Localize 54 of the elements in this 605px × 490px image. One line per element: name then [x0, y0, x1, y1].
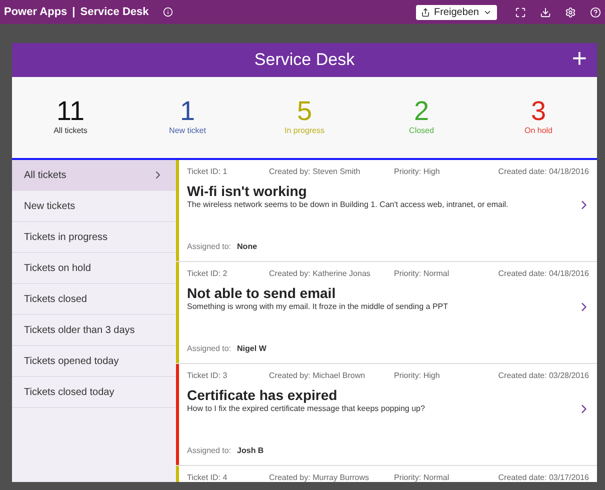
assignee: None: [237, 241, 258, 253]
ticket-priority: Priority: High: [394, 370, 441, 382]
assignee: Nigel W: [237, 343, 266, 355]
ticket-description: The wireless network seems to be down in Building 1. Can't access web, intranet, or email.: [187, 199, 508, 211]
ticket-creator: Created by: Murray Burrows: [269, 472, 370, 482]
assigned-label: Assigned to:: [187, 343, 232, 355]
ticket-priority: Priority: High: [394, 166, 441, 178]
ticket-card[interactable]: Ticket ID: 2 Created by: Katherine Jonas Priority: Normal Created date: 04/18/2016 Not able to send email Something is wrong with my email. It froze in the middle of sending a PPT Assigned to: Nigel W: [176, 262, 597, 364]
stat-label: In progress: [284, 125, 325, 137]
stat-count: 3: [530, 98, 546, 125]
share-button[interactable]: Freigeben: [416, 4, 497, 20]
ticket-creator: Created by: Michael Brown: [269, 370, 366, 382]
sidebar-item[interactable]: All tickets: [12, 160, 176, 191]
fit-screen-icon[interactable]: [515, 6, 526, 18]
stat-label: All tickets: [54, 125, 88, 137]
ticket-title: Wi-fi isn't working: [187, 183, 308, 199]
assigned-label: Assigned to:: [187, 241, 232, 253]
stat-count: 1: [180, 98, 196, 125]
stat-label: On hold: [524, 125, 553, 137]
help-icon[interactable]: [590, 6, 601, 18]
ticket-date: Created date: 03/17/2016: [498, 472, 589, 482]
ticket-title: Not able to send email: [187, 285, 337, 301]
ticket-id: Ticket ID: 2: [187, 268, 228, 280]
settings-icon[interactable]: [565, 6, 576, 18]
ticket-date: Created date: 04/18/2016: [498, 268, 589, 280]
ticket-title: Certificate has expired: [187, 387, 338, 403]
ticket-description: How to I fix the expired certificate message that keeps popping up?: [187, 403, 425, 415]
app-name: Power Apps: [4, 4, 68, 20]
ticket-creator: Created by: Steven Smith: [269, 166, 362, 178]
add-button[interactable]: +: [572, 43, 587, 73]
app-title: Service Desk: [80, 4, 149, 20]
stat-count: 5: [296, 98, 312, 125]
stat-count: 2: [414, 98, 430, 125]
ticket-priority: Priority: Normal: [394, 472, 450, 482]
ticket-id: Ticket ID: 1: [187, 166, 228, 178]
ticket-date: Created date: 04/18/2016: [498, 166, 589, 178]
title-separator: |: [72, 4, 76, 20]
download-icon[interactable]: [540, 6, 551, 18]
assigned-label: Assigned to:: [187, 445, 232, 457]
ticket-card[interactable]: [176, 160, 597, 262]
ticket-date: Created date: 03/28/2016: [498, 370, 589, 382]
info-icon[interactable]: [162, 7, 173, 17]
assignee: Josh B: [237, 445, 264, 457]
ticket-id: Ticket ID: 3: [187, 370, 228, 382]
share-icon: [420, 8, 430, 16]
ticket-description: Something is wrong with my email. It froze in the middle of sending a PPT: [187, 301, 448, 313]
stat-label: Closed: [409, 125, 434, 137]
ticket-priority: Priority: Normal: [394, 268, 450, 280]
ticket-card[interactable]: Ticket ID: 3 Created by: Michael Brown Priority: High Created date: 03/28/2016 Certificate has expired How to I fix the expired certificate message that keeps popping up? Assigned to: Josh B: [176, 364, 597, 466]
ticket-id: Ticket ID: 4: [187, 472, 228, 482]
stat-count: 11: [56, 98, 85, 125]
ticket-creator: Created by: Katherine Jonas: [269, 268, 372, 280]
header-title: Service Desk: [254, 49, 355, 72]
stat-label: New ticket: [169, 125, 206, 137]
